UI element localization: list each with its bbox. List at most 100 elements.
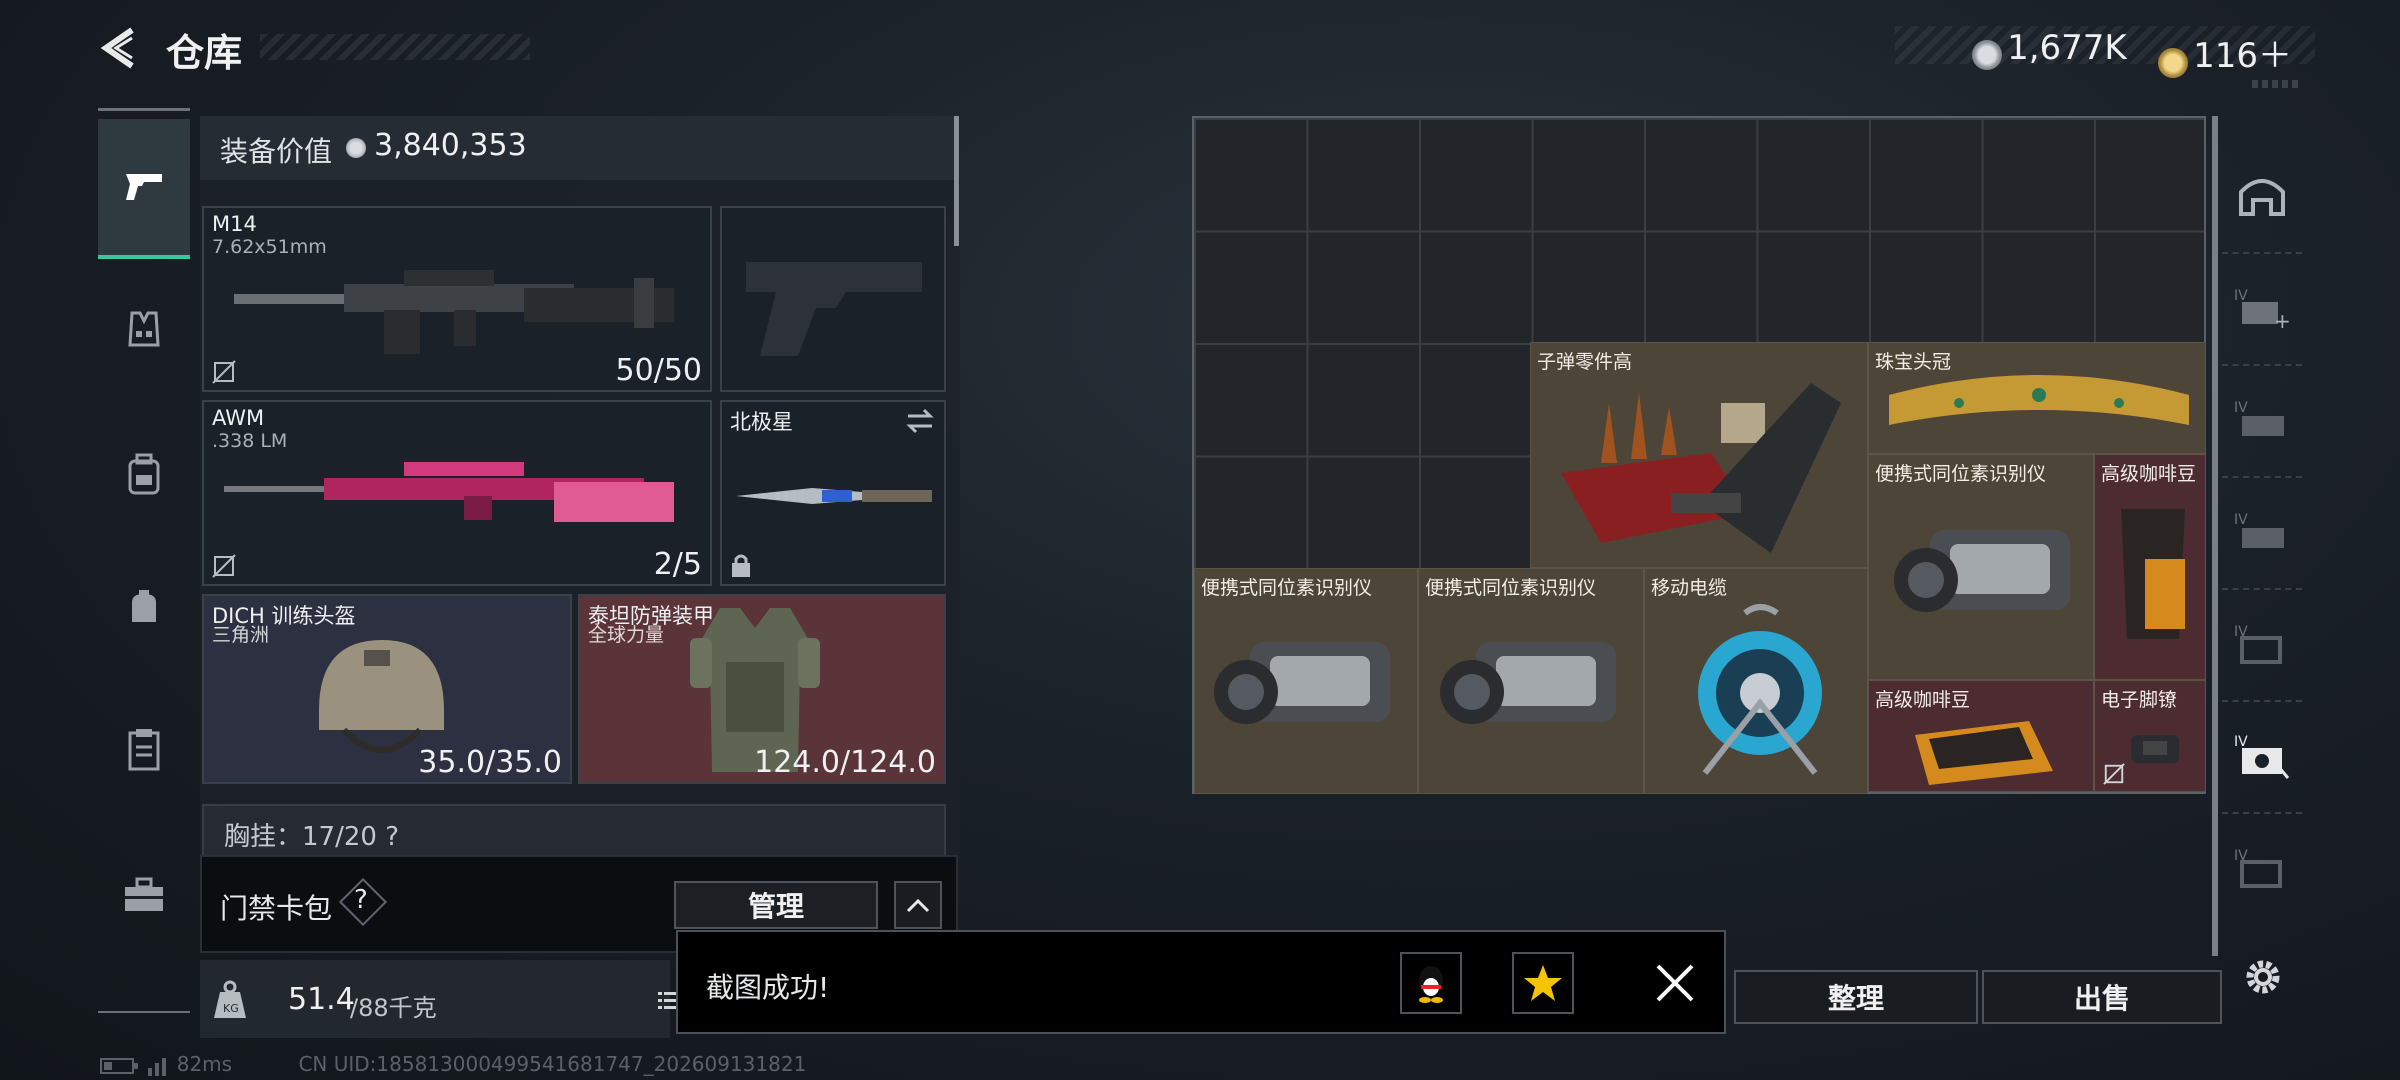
coffee-bag-image — [2121, 509, 2185, 639]
gold-currency-value: 116＋ — [2193, 36, 2292, 76]
expand-button[interactable] — [894, 881, 942, 929]
chevron-up-icon — [906, 898, 930, 913]
gold-coin-icon — [2158, 47, 2188, 78]
equipment-panel: 装备价值 3,840,353 M14 7.62x51mm 50/50 AWM .… — [200, 116, 960, 856]
ping-value: 82ms — [176, 1052, 233, 1076]
battery-icon — [100, 1057, 138, 1074]
ammo-count: 50/50 — [615, 353, 702, 388]
storage-tab-iv-locker[interactable]: IV — [2222, 700, 2302, 814]
nav-vest[interactable] — [98, 261, 190, 397]
weight-bar: KG 51.4 /88千克 — [200, 960, 678, 1038]
equipment-scrollbar[interactable] — [954, 116, 959, 246]
storage-tab-iv-rack[interactable]: IV — [2222, 588, 2302, 702]
ankle-monitor-image — [2131, 735, 2179, 763]
isotope-detector-image — [1894, 530, 2070, 612]
helmet-durability: 35.0/35.0 — [418, 745, 562, 780]
uid-text: CN UID:185813000499541681747_20260913182… — [298, 1052, 807, 1076]
storage-tab-iv-shelf-2[interactable]: IV — [2222, 476, 2302, 590]
primary-weapon-slot[interactable]: M14 7.62x51mm 50/50 — [202, 206, 712, 392]
storage-item-electronic-shackle[interactable]: 电子脚镣 — [2094, 680, 2206, 792]
IV-add-icon: IV + — [2234, 288, 2290, 330]
currency-silver[interactable]: 1,677K — [1972, 28, 2127, 70]
title-decoration — [260, 34, 530, 60]
storage-item-bullet-parts[interactable]: 子弹零件高 — [1530, 342, 1868, 568]
storage-tab-home[interactable] — [2222, 140, 2302, 254]
svg-text:IV: IV — [2234, 734, 2248, 750]
item-label: 便携式同位素识别仪 — [1875, 463, 2047, 485]
storage-item-mobile-cable[interactable]: 移动电缆 — [1644, 568, 1868, 794]
ammo-count: 2/5 — [653, 547, 702, 582]
storage-tab-iv-shelf-1[interactable]: IV — [2222, 364, 2302, 478]
lock-icon — [732, 554, 750, 577]
currency-gold[interactable]: 116＋ — [2158, 28, 2292, 78]
equipment-value-label: 装备价值 — [220, 135, 333, 168]
cable-reel-image — [1698, 604, 1822, 775]
armor-durability: 124.0/124.0 — [754, 745, 936, 780]
silver-coin-icon — [1972, 39, 2002, 70]
sell-button[interactable]: 出售 — [1982, 970, 2222, 1024]
helmet-slot[interactable]: DICH 训练头盔 三角洲 35.0/35.0 — [202, 594, 572, 784]
chest-rig-slot[interactable]: 胸挂：17/20 ? — [202, 804, 946, 856]
isotope-detector-image — [1440, 642, 1616, 724]
storage-tab-iv-add[interactable]: IV + — [2222, 252, 2302, 366]
weight-value: 51.4 — [288, 982, 355, 1017]
item-label: 高级咖啡豆 — [1875, 689, 1971, 711]
settings-gear-icon[interactable] — [2242, 956, 2284, 998]
pistol-placeholder-icon — [746, 262, 922, 356]
svg-text:IV: IV — [2234, 288, 2248, 304]
manage-button[interactable]: 管理 — [674, 881, 878, 929]
chest-rig-label: 胸挂：17/20 ? — [224, 822, 399, 852]
secondary-weapon-slot[interactable]: AWM .338 LM 2/5 — [202, 400, 712, 586]
back-arrow-icon[interactable] — [98, 26, 142, 70]
weight-kg-icon: KG — [214, 980, 246, 1018]
toolbox-icon — [125, 877, 163, 911]
storage-home-icon — [2239, 179, 2285, 216]
IV-shelf-icon: IV — [2234, 400, 2284, 436]
storage-scrollbar[interactable] — [2212, 116, 2218, 956]
melee-slot[interactable]: 北极星 — [720, 400, 946, 586]
svg-text:IV: IV — [2234, 512, 2248, 528]
sort-button[interactable]: 整理 — [1734, 970, 1978, 1024]
pistol-slot[interactable] — [720, 206, 946, 392]
svg-text:+: + — [2274, 309, 2290, 330]
nav-case[interactable] — [98, 681, 190, 817]
weapon-name: M14 — [212, 212, 257, 236]
share-qq-button[interactable] — [1400, 952, 1462, 1014]
svg-text:KG: KG — [223, 1002, 239, 1015]
signal-icon — [148, 1057, 167, 1076]
weight-max: /88千克 — [350, 994, 437, 1022]
qzone-star-icon — [1524, 965, 1562, 1001]
page-title: 仓库 — [166, 31, 243, 75]
item-label: 电子脚镣 — [2101, 689, 2178, 711]
storage-item-jewel-crown[interactable]: 珠宝头冠 — [1868, 342, 2206, 454]
share-qzone-button[interactable] — [1512, 952, 1574, 1014]
swap-icon[interactable] — [904, 408, 936, 434]
close-icon[interactable] — [1654, 962, 1696, 1004]
svg-text:IV: IV — [2234, 400, 2248, 416]
storage-item-coffee-beans[interactable]: 高级咖啡豆 — [1868, 680, 2094, 792]
screenshot-toast: 截图成功! — [676, 930, 1726, 1034]
storage-item-coffee-beans[interactable]: 高级咖啡豆 — [2094, 454, 2206, 680]
tiara-image — [1889, 375, 2189, 425]
nav-backpack[interactable] — [98, 407, 190, 543]
nav-toolbox[interactable] — [98, 827, 190, 963]
armor-slot[interactable]: 泰坦防弹装甲 全球力量 124.0/124.0 — [578, 594, 946, 784]
nav-pouch[interactable] — [98, 539, 190, 675]
item-label: 高级咖啡豆 — [2101, 463, 2197, 485]
knife-image — [736, 488, 932, 504]
no-insure-icon — [212, 554, 236, 578]
no-insure-icon — [212, 360, 236, 384]
card-bag-label: 门禁卡包 — [220, 892, 333, 925]
no-insure-icon — [2103, 763, 2125, 785]
coffee-bag-image — [1915, 721, 2053, 785]
nav-weapons[interactable] — [98, 119, 190, 259]
storage-tab-nav: IV + IV IV IV IV IV — [2222, 140, 2302, 920]
equipment-value-bar: 装备价值 3,840,353 — [200, 116, 956, 180]
weapon-name: AWM — [212, 406, 265, 430]
awm-rifle-image — [224, 462, 674, 522]
IV-locker-icon: IV — [2234, 734, 2290, 779]
storage-tab-iv-crate[interactable]: IV — [2222, 812, 2302, 924]
case-icon — [128, 729, 160, 771]
melee-name: 北极星 — [730, 410, 793, 434]
manage-label: 管理 — [747, 890, 804, 923]
